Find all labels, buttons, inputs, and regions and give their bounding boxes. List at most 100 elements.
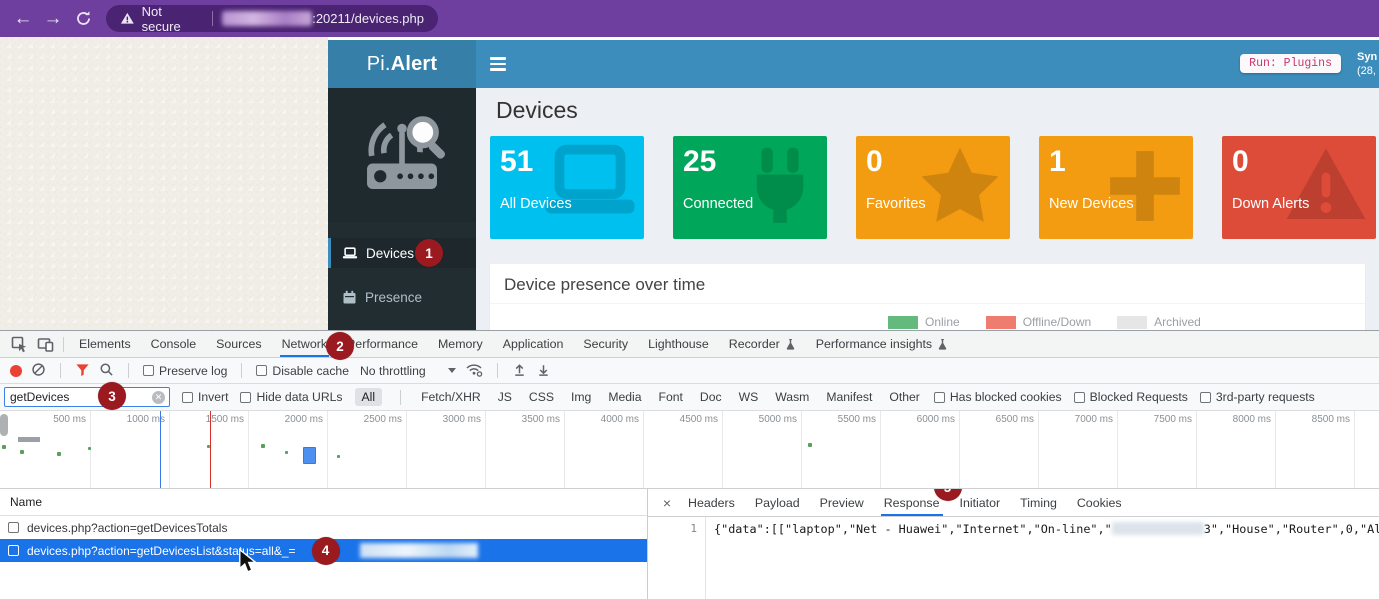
brand-suffix: Alert: [391, 53, 438, 76]
response-body[interactable]: {"data":[["laptop","Net - Huawei","Inter…: [706, 517, 1379, 599]
checkbox[interactable]: [256, 365, 267, 376]
resource-type-ws[interactable]: WS: [737, 388, 761, 406]
checkbox[interactable]: [8, 545, 19, 556]
detail-tab-timing[interactable]: Timing: [1010, 489, 1067, 516]
devtools-tab-performance-insights[interactable]: Performance insights: [806, 331, 958, 357]
disable-cache-checkbox[interactable]: Disable cache: [256, 364, 349, 378]
devtools-tab-console[interactable]: Console: [141, 331, 206, 357]
invert-checkbox[interactable]: Invert: [182, 390, 228, 404]
refresh-icon: [75, 10, 92, 27]
filter-toggle-button[interactable]: [75, 362, 90, 380]
request-table-header[interactable]: Name: [0, 489, 647, 516]
card-favorites[interactable]: 0 Favorites: [856, 136, 1010, 239]
network-conditions-button[interactable]: [465, 361, 483, 380]
legend-swatch: [1117, 316, 1147, 329]
inspect-element-button[interactable]: [6, 332, 32, 356]
card-connected[interactable]: 25 Connected: [673, 136, 827, 239]
checkbox[interactable]: [934, 392, 945, 403]
resource-type-js[interactable]: JS: [496, 388, 514, 406]
hide-data-urls-checkbox[interactable]: Hide data URLs: [240, 390, 342, 404]
app-logo[interactable]: Pi.Alert: [328, 40, 476, 88]
resource-type-css[interactable]: CSS: [527, 388, 556, 406]
checkbox[interactable]: [182, 392, 193, 403]
timeline-tick-label: 2500 ms: [330, 414, 402, 425]
devtools-tab-network[interactable]: Network2: [272, 331, 337, 357]
refresh-button[interactable]: [68, 5, 98, 33]
checkbox[interactable]: [240, 392, 251, 403]
export-har-button[interactable]: [536, 362, 551, 380]
clear-button[interactable]: [31, 362, 46, 380]
detail-tab-cookies[interactable]: Cookies: [1067, 489, 1132, 516]
tab-label: Performance: [347, 337, 418, 351]
detail-tab-headers[interactable]: Headers: [678, 489, 745, 516]
request-row[interactable]: devices.php?action=getDevicesTotals: [0, 516, 647, 539]
annotation-badge-4: 4: [312, 537, 340, 565]
sidebar-item-devices[interactable]: Devices 1: [328, 238, 476, 268]
tab-label: Memory: [438, 337, 483, 351]
tab-label: Application: [503, 337, 564, 351]
search-button[interactable]: [99, 362, 114, 380]
devtools-tab-sources[interactable]: Sources: [206, 331, 271, 357]
devtools-tab-security[interactable]: Security: [573, 331, 638, 357]
has-blocked-cookies-checkbox[interactable]: Has blocked cookies: [934, 390, 1062, 404]
blocked-requests-checkbox[interactable]: Blocked Requests: [1074, 390, 1188, 404]
sidebar-toggle-button[interactable]: [476, 40, 520, 88]
star-icon: [914, 142, 1006, 230]
request-row-selected[interactable]: devices.php?action=getDevicesList&status…: [0, 539, 647, 562]
third-party-requests-checkbox[interactable]: 3rd-party requests: [1200, 390, 1315, 404]
resource-type-img[interactable]: Img: [569, 388, 593, 406]
devtools-tab-recorder[interactable]: Recorder: [719, 331, 806, 357]
detail-tab-response[interactable]: Response5: [874, 489, 950, 516]
devtools-tab-lighthouse[interactable]: Lighthouse: [638, 331, 719, 357]
clear-filter-icon[interactable]: ✕: [152, 391, 165, 404]
detail-tab-payload[interactable]: Payload: [745, 489, 810, 516]
card-all-devices[interactable]: 51 All Devices: [490, 136, 644, 239]
checkbox[interactable]: [1200, 392, 1211, 403]
wifi-icon: [465, 361, 483, 377]
sidebar-item-presence[interactable]: Presence: [328, 282, 476, 312]
forward-button[interactable]: →: [38, 5, 68, 33]
sidebar-item-label: Presence: [365, 290, 422, 305]
resource-type-other[interactable]: Other: [887, 388, 921, 406]
timeline-gridline: [801, 411, 802, 489]
card-down-alerts[interactable]: 0 Down Alerts: [1222, 136, 1376, 239]
legend-swatch: [986, 316, 1016, 329]
network-overview-timeline[interactable]: 500 ms1000 ms1500 ms2000 ms2500 ms3000 m…: [0, 411, 1379, 489]
tab-label: Security: [583, 337, 628, 351]
checkbox[interactable]: [1074, 392, 1085, 403]
devtools-tab-application[interactable]: Application: [493, 331, 574, 357]
devtools-tab-elements[interactable]: Elements: [69, 331, 141, 357]
resource-type-doc[interactable]: Doc: [698, 388, 724, 406]
resource-type-font[interactable]: Font: [657, 388, 685, 406]
import-har-button[interactable]: [512, 362, 527, 380]
chart-legend: Online Offline/Down Archived: [888, 315, 1365, 329]
timeline-tick-label: 6500 ms: [962, 414, 1034, 425]
record-button[interactable]: [10, 365, 22, 377]
inspect-cursor-icon: [11, 336, 28, 353]
back-button[interactable]: ←: [8, 5, 38, 33]
resource-type-fetch-xhr[interactable]: Fetch/XHR: [419, 388, 483, 406]
filter-input[interactable]: [4, 387, 170, 407]
timeline-gridline: [880, 411, 881, 489]
checkbox[interactable]: [8, 522, 19, 533]
detail-tab-preview[interactable]: Preview: [810, 489, 874, 516]
devtools-tab-memory[interactable]: Memory: [428, 331, 493, 357]
separator: [241, 363, 242, 378]
preserve-log-checkbox[interactable]: Preserve log: [143, 364, 227, 378]
address-bar[interactable]: Not secure :20211/devices.php: [106, 5, 438, 32]
request-name: devices.php?action=getDevicesTotals: [27, 521, 227, 535]
resource-type-all[interactable]: All: [355, 388, 383, 406]
resource-type-manifest[interactable]: Manifest: [824, 388, 874, 406]
resource-type-media[interactable]: Media: [606, 388, 643, 406]
throttling-select[interactable]: No throttling: [360, 364, 456, 378]
device-toolbar-button[interactable]: [32, 332, 58, 356]
timeline-mark-dot: [207, 445, 210, 448]
close-icon[interactable]: ×: [656, 495, 678, 511]
plug-icon: [737, 142, 823, 232]
run-plugins-button[interactable]: Run: Plugins: [1240, 54, 1341, 73]
checkbox-label: Invert: [198, 390, 228, 404]
checkbox[interactable]: [143, 365, 154, 376]
tab-label: Console: [151, 337, 196, 351]
resource-type-wasm[interactable]: Wasm: [773, 388, 811, 406]
card-new-devices[interactable]: 1 New Devices: [1039, 136, 1193, 239]
